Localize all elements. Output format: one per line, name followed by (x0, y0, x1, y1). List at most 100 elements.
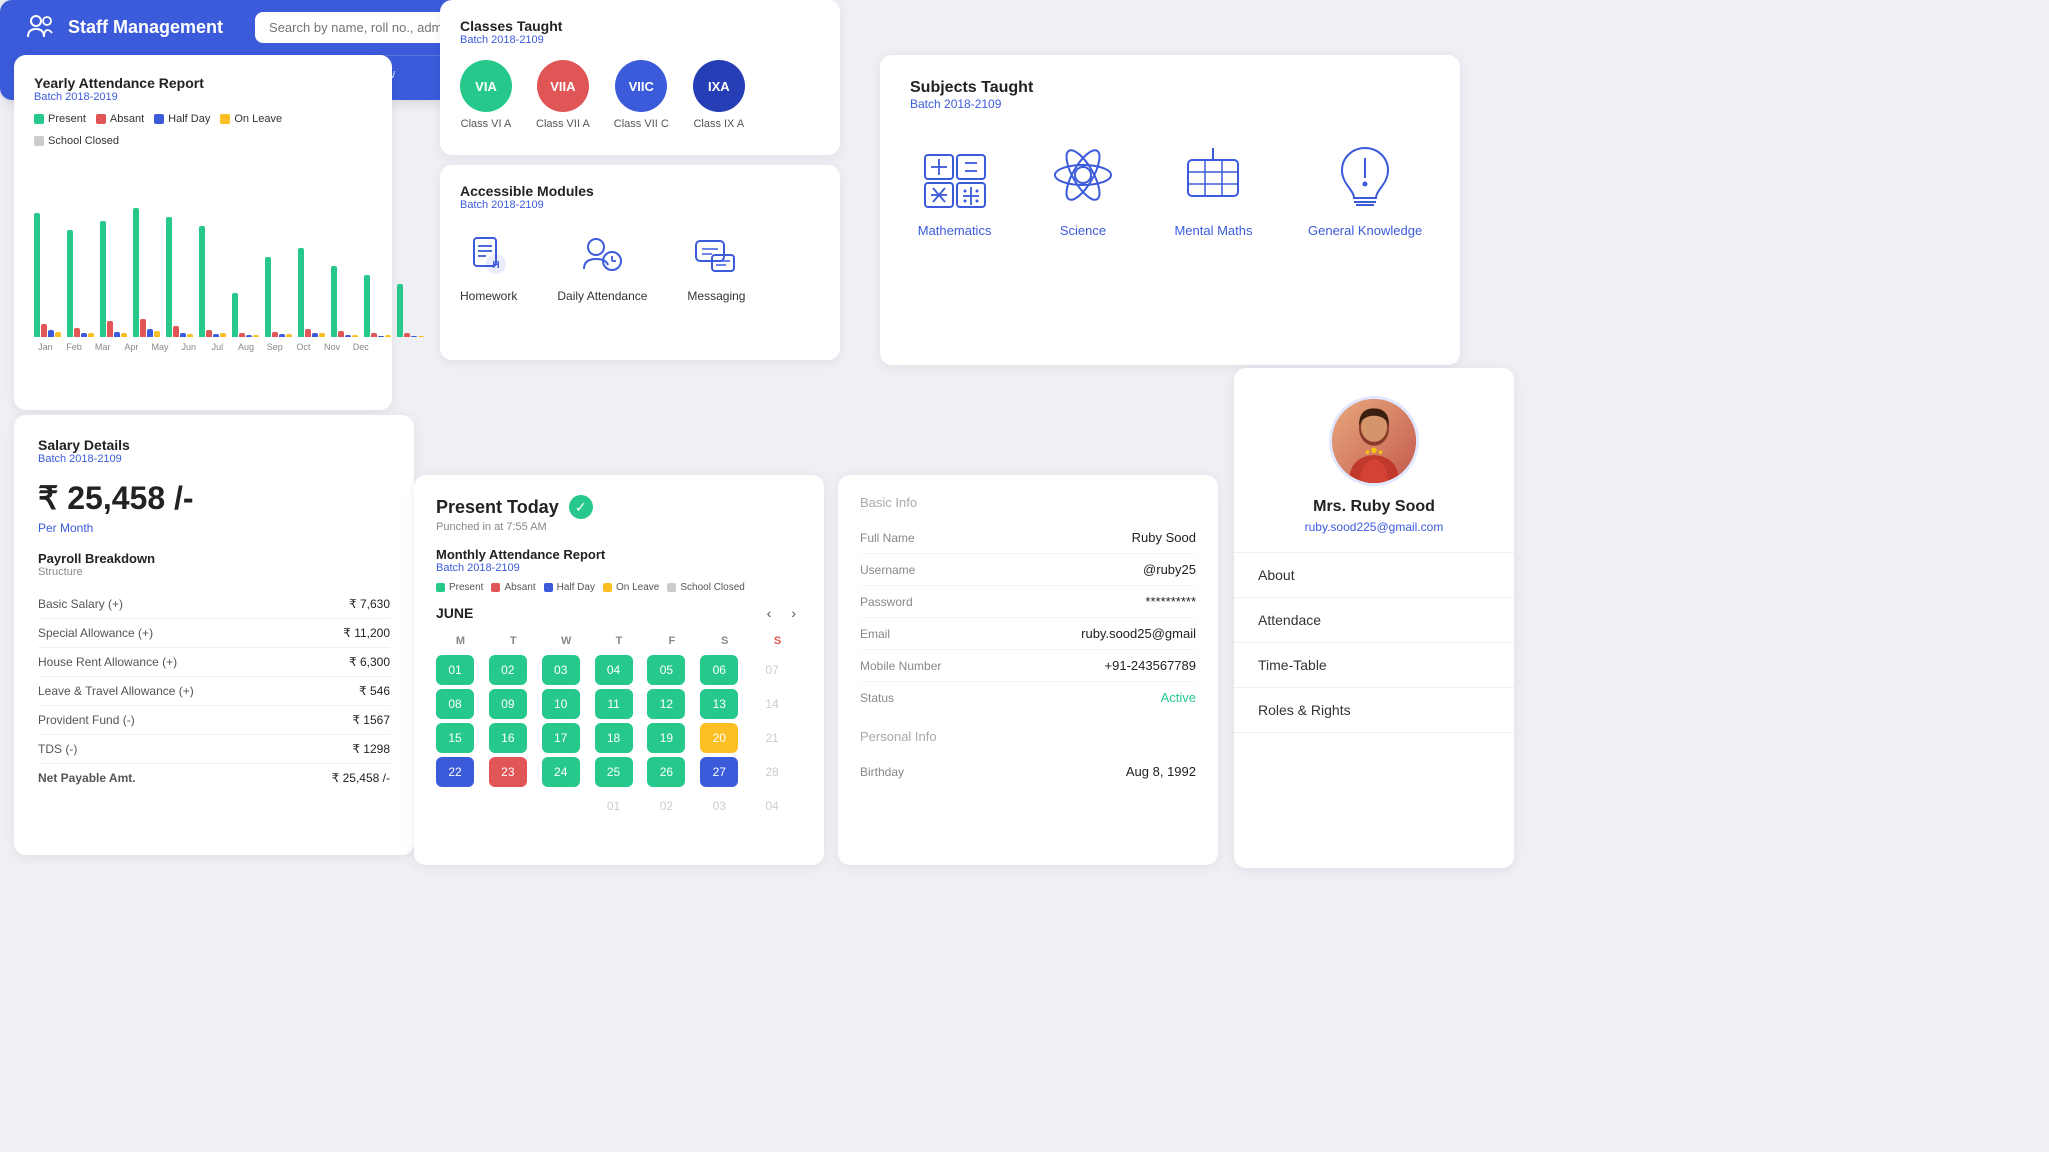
calendar-cell: 03 (700, 791, 738, 821)
bar-segment (48, 330, 54, 337)
payroll-value: ₹ 6,300 (349, 655, 390, 669)
bar-segment (319, 333, 325, 337)
legend-present: Present (34, 113, 86, 125)
chart-label-jul: Jul (206, 342, 229, 352)
science-label: Science (1060, 223, 1106, 238)
bar-segment (253, 335, 259, 337)
salary-batch: Batch 2018-2109 (38, 453, 390, 465)
bar-segment (41, 324, 47, 337)
bar-group-feb (67, 230, 94, 337)
info-value: ********** (1145, 594, 1196, 609)
calendar-dow: S (753, 631, 802, 651)
info-key: Username (860, 563, 915, 577)
legend-onleave: On Leave (220, 113, 282, 125)
calendar-dow: S (700, 631, 749, 651)
class-label-ixa: Class IX A (693, 118, 744, 130)
check-icon: ✓ (569, 495, 593, 519)
yearly-title: Yearly Attendance Report (34, 75, 372, 91)
info-row: Full NameRuby Sood (860, 522, 1196, 554)
homework-icon: H (463, 229, 515, 281)
basic-info-rows: Full NameRuby Sood Username @ruby25 Passwor… (860, 522, 1196, 713)
calendar-prev[interactable]: ‹ (761, 603, 778, 623)
staff-management-icon (24, 11, 56, 43)
calendar-cell: 26 (647, 757, 685, 787)
payroll-value: ₹ 546 (359, 684, 390, 698)
profile-card: Mrs. Ruby Sood ruby.sood225@gmail.com Ab… (1234, 368, 1514, 868)
bar-group-jul (232, 293, 259, 337)
chart-label-dec: Dec (349, 342, 372, 352)
svg-text:H: H (492, 260, 499, 271)
bar-segment (232, 293, 238, 337)
profile-nav-item-about[interactable]: About (1234, 553, 1514, 598)
calendar-nav: ‹ › (761, 603, 802, 623)
subject-general-knowledge: General Knowledge (1308, 139, 1422, 238)
info-value: @ruby25 (1143, 562, 1196, 577)
bar-segment (364, 275, 370, 337)
present-title: Present Today (436, 497, 559, 518)
profile-nav-item-time-table[interactable]: Time-Table (1234, 643, 1514, 688)
profile-nav-item-roles-&-rights[interactable]: Roles & Rights (1234, 688, 1514, 733)
bar-group-nov (364, 275, 391, 337)
bar-group-sep (298, 248, 325, 337)
payroll-value: ₹ 1298 (352, 742, 390, 756)
module-homework: H Homework (460, 229, 517, 303)
calendar-next[interactable]: › (785, 603, 802, 623)
calendar-cell: 03 (542, 655, 580, 685)
payroll-value: ₹ 1567 (352, 713, 390, 727)
science-icon (1047, 139, 1119, 211)
chart-label-jun: Jun (177, 342, 200, 352)
legend-absent: Absant (96, 113, 144, 125)
modules-batch: Batch 2018-2109 (460, 199, 820, 211)
calendar-cell: 19 (647, 723, 685, 753)
present-today-card: Present Today ✓ Punched in at 7:55 AM Mo… (414, 475, 824, 865)
calendar-cell: 02 (647, 791, 685, 821)
bar-segment (286, 334, 292, 337)
payroll-label: Special Allowance (+) (38, 626, 153, 640)
att-onleave: On Leave (603, 582, 659, 593)
class-circles-row: VIA Class VI A VIIA Class VII A VIIC Cla… (460, 60, 820, 130)
chart-label-sep: Sep (263, 342, 286, 352)
yearly-attendance-card: Yearly Attendance Report Batch 2018-2019… (14, 55, 392, 410)
bar-segment (305, 329, 311, 337)
payroll-rows: Basic Salary (+)₹ 7,630Special Allowance… (38, 590, 390, 792)
bar-group-jan (34, 213, 61, 337)
bar-segment (114, 332, 120, 337)
subject-science: Science (1047, 139, 1119, 238)
calendar-cell (436, 791, 474, 821)
calendar-cell: 20 (700, 723, 738, 753)
chart-label-jan: Jan (34, 342, 57, 352)
bar-segment (272, 332, 278, 337)
subjects-title: Subjects Taught (910, 79, 1430, 97)
bar-group-oct (331, 266, 358, 337)
monthly-batch: Batch 2018-2109 (436, 562, 802, 574)
bar-group-may (166, 217, 193, 337)
yearly-chart (34, 157, 372, 337)
info-row: StatusActive (860, 682, 1196, 713)
bar-segment (88, 333, 94, 337)
calendar-cell (542, 791, 580, 821)
bar-segment (34, 213, 40, 337)
info-key: Status (860, 691, 894, 705)
class-label-via: Class VI A (461, 118, 512, 130)
info-key: Full Name (860, 531, 915, 545)
att-absent: Absant (491, 582, 535, 593)
mathematics-icon (919, 139, 991, 211)
bar-segment (352, 335, 358, 337)
mathematics-label: Mathematics (918, 223, 992, 238)
personal-info-title: Personal Info (860, 729, 1196, 744)
basic-info-title: Basic Info (860, 495, 1196, 510)
profile-nav-item-attendace[interactable]: Attendace (1234, 598, 1514, 643)
subject-mental-maths: Mental Maths (1174, 139, 1252, 238)
calendar-cell: 07 (753, 655, 791, 685)
chart-label-mar: Mar (91, 342, 114, 352)
mental-maths-icon (1177, 139, 1249, 211)
chart-label-apr: Apr (120, 342, 143, 352)
calendar-cell: 01 (436, 655, 474, 685)
att-schoolclosed: School Closed (667, 582, 744, 593)
legend-schoolclosed: School Closed (34, 135, 119, 147)
bar-segment (213, 334, 219, 337)
info-row: Password********** (860, 586, 1196, 618)
calendar-month: JUNE (436, 605, 473, 621)
yearly-batch: Batch 2018-2019 (34, 91, 372, 103)
bar-segment (397, 284, 403, 337)
